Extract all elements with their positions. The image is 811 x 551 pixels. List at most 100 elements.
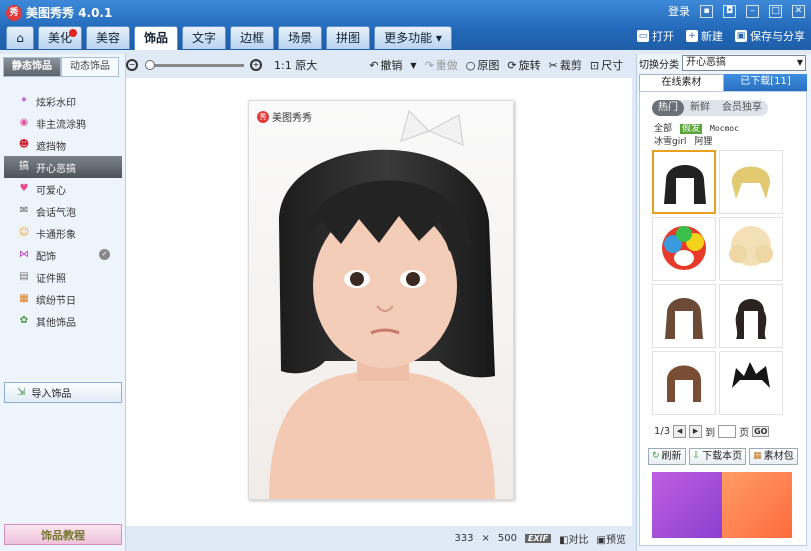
pill-vip[interactable]: 会员独享 <box>716 100 768 116</box>
minimize-icon[interactable]: – <box>746 4 759 18</box>
circle-icon: ○ <box>465 58 476 72</box>
import-accessory-button[interactable]: ⇲ 导入饰品 <box>4 382 122 403</box>
material-source-tabs: 在线素材 已下载[11] <box>639 74 807 91</box>
material-item-brown-bangs-wig[interactable] <box>652 351 716 415</box>
go-button[interactable]: GO <box>752 426 770 437</box>
category-select[interactable]: 开心恶搞 ▼ <box>682 55 806 71</box>
open-label: 打开 <box>652 30 674 43</box>
maximize-icon[interactable]: □ <box>769 4 782 18</box>
rotate-button[interactable]: ⟳ 旋转 <box>507 57 540 73</box>
material-item-blonde-wig[interactable] <box>719 150 783 214</box>
material-item-black-spiky-wig[interactable] <box>719 351 783 415</box>
category-label: 会话气泡 <box>36 207 76 219</box>
tab-collage[interactable]: 拼图 <box>326 26 371 49</box>
tab-border[interactable]: 边框 <box>230 26 275 49</box>
tab-home[interactable]: ⌂ <box>6 26 34 49</box>
category-item[interactable]: 搞开心恶搞 <box>4 156 122 178</box>
crop-button[interactable]: ✂ 裁剪 <box>549 57 582 73</box>
chevron-down-icon[interactable]: ▼ <box>410 61 416 70</box>
tag-snow-girl[interactable]: 冰雪girl <box>654 137 686 147</box>
accessory-type-tabs: 静态饰品 动态饰品 <box>3 57 119 77</box>
gift-icon: ▦ <box>19 293 29 304</box>
tag-all[interactable]: 全部 <box>654 124 672 134</box>
switch-label: 切换分类 <box>639 59 679 71</box>
shield-icon: ✓ <box>99 249 110 260</box>
tab-dynamic-accessories[interactable]: 动态饰品 <box>61 57 119 77</box>
size-label: 尺寸 <box>601 59 624 72</box>
photo-preview[interactable]: 秀 美图秀秀 <box>248 100 514 500</box>
tab-label: 更多功能 ▾ <box>384 31 442 45</box>
tab-static-accessories[interactable]: 静态饰品 <box>3 57 61 77</box>
material-item-black-bob-wig[interactable] <box>652 150 716 214</box>
category-item[interactable]: ✿ 其他饰品 <box>4 310 122 332</box>
preview-button[interactable]: ▣预览 <box>597 531 626 546</box>
pill-hot[interactable]: 热门 <box>652 100 684 116</box>
category-item[interactable]: ▦ 缤纷节日 <box>4 288 122 310</box>
redo-button[interactable]: ↷ 重做 <box>425 57 458 73</box>
category-item[interactable]: ☻ 遮挡物 <box>4 134 122 156</box>
close-icon[interactable]: ✕ <box>792 4 805 18</box>
rotate-icon: ⟳ <box>507 58 517 72</box>
message-icon[interactable]: ▪ <box>700 4 713 18</box>
actual-size-button[interactable]: 1:1 原大 <box>274 57 317 73</box>
save-share-button[interactable]: ▣ 保存与分享 <box>735 28 805 44</box>
photo-canvas[interactable]: 秀 美图秀秀 <box>126 78 632 526</box>
redo-icon: ↷ <box>424 58 434 72</box>
pill-new[interactable]: 新鲜 <box>684 100 716 116</box>
material-item-rainbow-afro[interactable] <box>652 217 716 281</box>
tag-ali[interactable]: 阿狸 <box>694 137 712 147</box>
tab-skin[interactable]: 美容 <box>86 26 131 49</box>
download-page-button[interactable]: ⇩ 下载本页 <box>688 448 747 465</box>
prev-page-button[interactable]: ◀ <box>673 425 687 438</box>
undo-button[interactable]: ↶ 撤销 ▼ <box>369 57 416 73</box>
top-actions: ▭ 打开 + 新建 ▣ 保存与分享 <box>637 28 805 44</box>
category-item[interactable]: ♥ 可爱心 <box>4 178 122 200</box>
category-label: 配饰 <box>36 251 56 263</box>
material-item-brown-long-wig[interactable] <box>652 284 716 348</box>
category-item[interactable]: ✉ 会话气泡 <box>4 200 122 222</box>
material-pack-button[interactable]: ▦ 素材包 <box>749 448 798 465</box>
zoom-in-icon[interactable]: + <box>250 59 262 71</box>
new-button[interactable]: + 新建 <box>686 28 723 44</box>
tab-text[interactable]: 文字 <box>182 26 227 49</box>
tag-wig[interactable]: 假发 <box>680 124 703 134</box>
accessory-tutorial-button[interactable]: 饰品教程 <box>4 524 122 545</box>
exif-button[interactable]: EXIF <box>525 533 552 543</box>
material-item-cream-curly-wig[interactable] <box>719 217 783 281</box>
tutorial-label: 饰品教程 <box>41 528 85 542</box>
zoom-out-icon[interactable]: − <box>126 59 138 71</box>
original-button[interactable]: ○ 原图 <box>466 57 500 73</box>
page-indicator: 1/3 <box>654 426 671 437</box>
material-item-dark-curly-wig[interactable] <box>719 284 783 348</box>
tab-downloaded[interactable]: 已下载[11] <box>724 74 807 91</box>
tab-more[interactable]: 更多功能 ▾ <box>374 26 452 49</box>
tab-online-materials[interactable]: 在线素材 <box>639 74 724 91</box>
category-label: 开心恶搞 <box>36 163 76 175</box>
tab-accessories[interactable]: 饰品 <box>134 26 179 50</box>
download-page-label: 下载本页 <box>702 451 743 462</box>
size-button[interactable]: ⊡ 尺寸 <box>590 57 623 73</box>
open-button[interactable]: ▭ 打开 <box>637 28 674 44</box>
skin-icon[interactable]: ◘ <box>723 4 736 18</box>
tab-beautify[interactable]: 美化 <box>38 26 83 49</box>
category-item[interactable]: ▤ 证件照 <box>4 266 122 288</box>
login-link[interactable]: 登录 <box>668 3 690 19</box>
tab-scene[interactable]: 场景 <box>278 26 323 49</box>
category-item[interactable]: ⋈ 配饰 ✓ <box>4 244 122 266</box>
app-logo-icon: 秀 <box>6 5 22 21</box>
compare-button[interactable]: ◧对比 <box>559 531 588 546</box>
refresh-button[interactable]: ↻ 刷新 <box>648 448 686 465</box>
zoom-slider[interactable] <box>145 59 244 70</box>
category-item[interactable]: ☺ 卡通形象 <box>4 222 122 244</box>
category-item[interactable]: ◉ 非主流涂鸦 <box>4 112 122 134</box>
page-input[interactable] <box>718 425 737 438</box>
next-page-button[interactable]: ▶ <box>689 425 703 438</box>
material-panel: 切换分类 开心恶搞 ▼ 在线素材 已下载[11] 热门 新鲜 会员独享 全部 假发 M… <box>636 54 811 551</box>
tag-mocmoc[interactable]: Mocmoc <box>710 124 739 133</box>
page-unit-label: 页 <box>739 428 750 439</box>
tab-label: 饰品 <box>144 31 169 45</box>
zoom-slider-knob[interactable] <box>145 59 155 70</box>
main-tabs: ⌂ 美化 美容 饰品 文字 边框 场景 拼图 更多功能 ▾ <box>6 26 452 50</box>
category-item[interactable]: ✦ 炫彩水印 <box>4 90 122 112</box>
promo-banner[interactable] <box>652 472 792 538</box>
